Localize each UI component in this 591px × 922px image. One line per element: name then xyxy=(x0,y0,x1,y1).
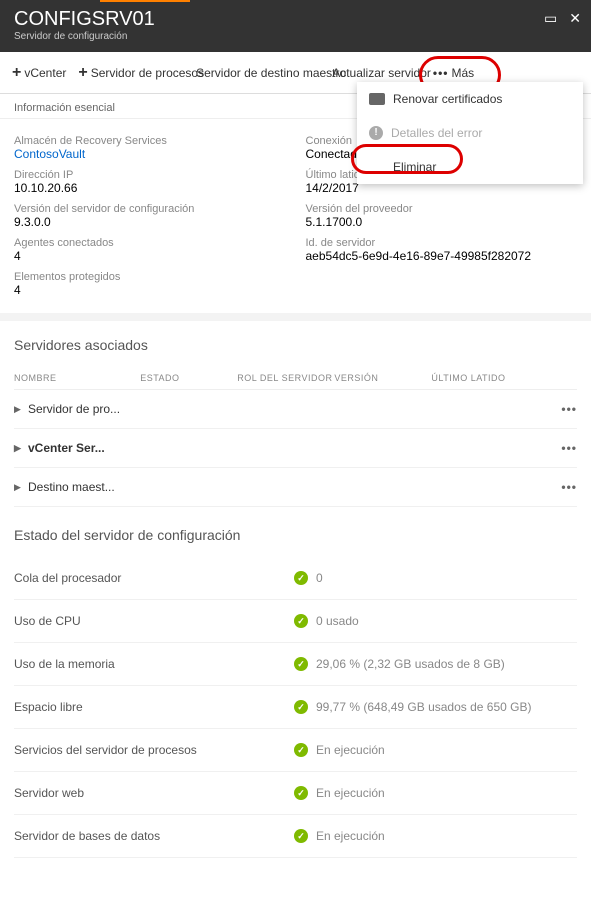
cfg-version-label: Versión del servidor de configuración xyxy=(14,203,286,215)
health-name: Uso de CPU xyxy=(14,614,294,628)
process-server-label: Servidor de procesos xyxy=(91,66,204,80)
health-name: Servidor de bases de datos xyxy=(14,829,294,843)
agents-label: Agentes conectados xyxy=(14,237,286,249)
status-ok-icon: ✓ xyxy=(294,657,308,671)
health-name: Servicios del servidor de procesos xyxy=(14,743,294,757)
table-header: NOMBRE ESTADO ROL DEL SERVIDOR VERSIÓN Ú… xyxy=(14,367,577,390)
expand-icon: ▶ xyxy=(14,443,28,454)
ip-label: Dirección IP xyxy=(14,169,286,181)
row-name: vCenter Ser... xyxy=(28,441,561,455)
status-ok-icon: ✓ xyxy=(294,829,308,843)
error-details-item: ! Detalles del error xyxy=(357,116,583,150)
health-row: Uso de la memoria✓ 29,06 % (2,32 GB usado… xyxy=(14,643,577,686)
health-value: 0 xyxy=(316,571,323,585)
table-row[interactable]: ▶ vCenter Ser... ••• xyxy=(14,429,577,468)
expand-icon: ▶ xyxy=(14,404,28,415)
health-title: Estado del servidor de configuración xyxy=(14,527,577,543)
status-ok-icon: ✓ xyxy=(294,700,308,714)
th-heartbeat: ÚLTIMO LATIDO xyxy=(431,373,577,383)
more-dropdown: Renovar certificados ! Detalles del erro… xyxy=(357,82,583,184)
health-row: Cola del procesador✓ 0 xyxy=(14,557,577,600)
renew-certificates-item[interactable]: Renovar certificados xyxy=(357,82,583,116)
health-name: Espacio libre xyxy=(14,700,294,714)
health-row: Servicios del servidor de procesos✓ En ej… xyxy=(14,729,577,772)
certificate-icon xyxy=(369,93,385,105)
status-ok-icon: ✓ xyxy=(294,571,308,585)
plus-icon: + xyxy=(12,64,21,82)
associated-servers-panel: Servidores asociados NOMBRE ESTADO ROL D… xyxy=(0,321,591,511)
associated-title: Servidores asociados xyxy=(14,337,577,353)
health-name: Uso de la memoria xyxy=(14,657,294,671)
master-target-label: Servidor de destino maestro xyxy=(196,66,346,80)
accent-bar xyxy=(100,0,190,2)
server-id-value: aeb54dc5-6e9d-4e16-89e7-49985f282072 xyxy=(306,249,578,263)
health-panel: Estado del servidor de configuración Col… xyxy=(0,511,591,862)
health-value: En ejecución xyxy=(316,786,385,800)
ellipsis-icon: ••• xyxy=(433,66,449,80)
health-value: 29,06 % (2,32 GB usados de 8 GB) xyxy=(316,657,505,671)
cfg-version-value: 9.3.0.0 xyxy=(14,215,286,229)
protected-label: Elementos protegidos xyxy=(14,271,286,283)
vcenter-label: vCenter xyxy=(24,66,66,80)
health-row: Espacio libre✓ 99,77 % (648,49 GB usados … xyxy=(14,686,577,729)
vault-value[interactable]: ContosoVault xyxy=(14,147,286,161)
th-state: ESTADO xyxy=(140,373,237,383)
status-ok-icon: ✓ xyxy=(294,743,308,757)
row-name: Destino maest... xyxy=(28,480,561,494)
error-details-label: Detalles del error xyxy=(391,126,482,140)
th-name: NOMBRE xyxy=(14,373,140,383)
status-ok-icon: ✓ xyxy=(294,786,308,800)
protected-value: 4 xyxy=(14,283,286,297)
vault-label: Almacén de Recovery Services xyxy=(14,135,286,147)
more-label: Más xyxy=(452,66,475,80)
health-row: Uso de CPU✓ 0 usado xyxy=(14,600,577,643)
delete-label: Eliminar xyxy=(393,160,436,174)
th-role: ROL DEL SERVIDOR xyxy=(237,373,334,383)
divider xyxy=(0,313,591,321)
error-icon: ! xyxy=(369,126,383,140)
health-row: Servidor de bases de datos✓ En ejecución xyxy=(14,815,577,858)
health-value: En ejecución xyxy=(316,829,385,843)
health-value: En ejecución xyxy=(316,743,385,757)
restore-icon[interactable]: ▭ xyxy=(544,10,557,27)
renew-label: Renovar certificados xyxy=(393,92,502,106)
row-menu-icon[interactable]: ••• xyxy=(561,402,577,416)
row-name: Servidor de pro... xyxy=(28,402,561,416)
delete-item[interactable]: Eliminar xyxy=(357,150,583,184)
table-row[interactable]: ▶ Destino maest... ••• xyxy=(14,468,577,507)
close-icon[interactable]: ✕ xyxy=(569,10,581,27)
status-ok-icon: ✓ xyxy=(294,614,308,628)
server-id-label: Id. de servidor xyxy=(306,237,578,249)
ip-value: 10.10.20.66 xyxy=(14,181,286,195)
agents-value: 4 xyxy=(14,249,286,263)
row-menu-icon[interactable]: ••• xyxy=(561,480,577,494)
health-row: Servidor web✓ En ejecución xyxy=(14,772,577,815)
plus-icon: + xyxy=(78,64,87,82)
provider-label: Versión del proveedor xyxy=(306,203,578,215)
health-name: Cola del procesador xyxy=(14,571,294,585)
row-menu-icon[interactable]: ••• xyxy=(561,441,577,455)
expand-icon: ▶ xyxy=(14,482,28,493)
provider-value: 5.1.1700.0 xyxy=(306,215,578,229)
page-title: CONFIGSRV01 xyxy=(14,8,577,31)
add-vcenter-button[interactable]: + vCenter xyxy=(6,58,72,88)
health-name: Servidor web xyxy=(14,786,294,800)
health-value: 0 usado xyxy=(316,614,359,628)
health-value: 99,77 % (648,49 GB usados de 650 GB) xyxy=(316,700,531,714)
table-row[interactable]: ▶ Servidor de pro... ••• xyxy=(14,390,577,429)
refresh-label: Actualizar servidor xyxy=(332,66,431,80)
th-version: VERSIÓN xyxy=(334,373,431,383)
page-subtitle: Servidor de configuración xyxy=(14,31,577,42)
blade-header: CONFIGSRV01 Servidor de configuración ▭ … xyxy=(0,0,591,52)
